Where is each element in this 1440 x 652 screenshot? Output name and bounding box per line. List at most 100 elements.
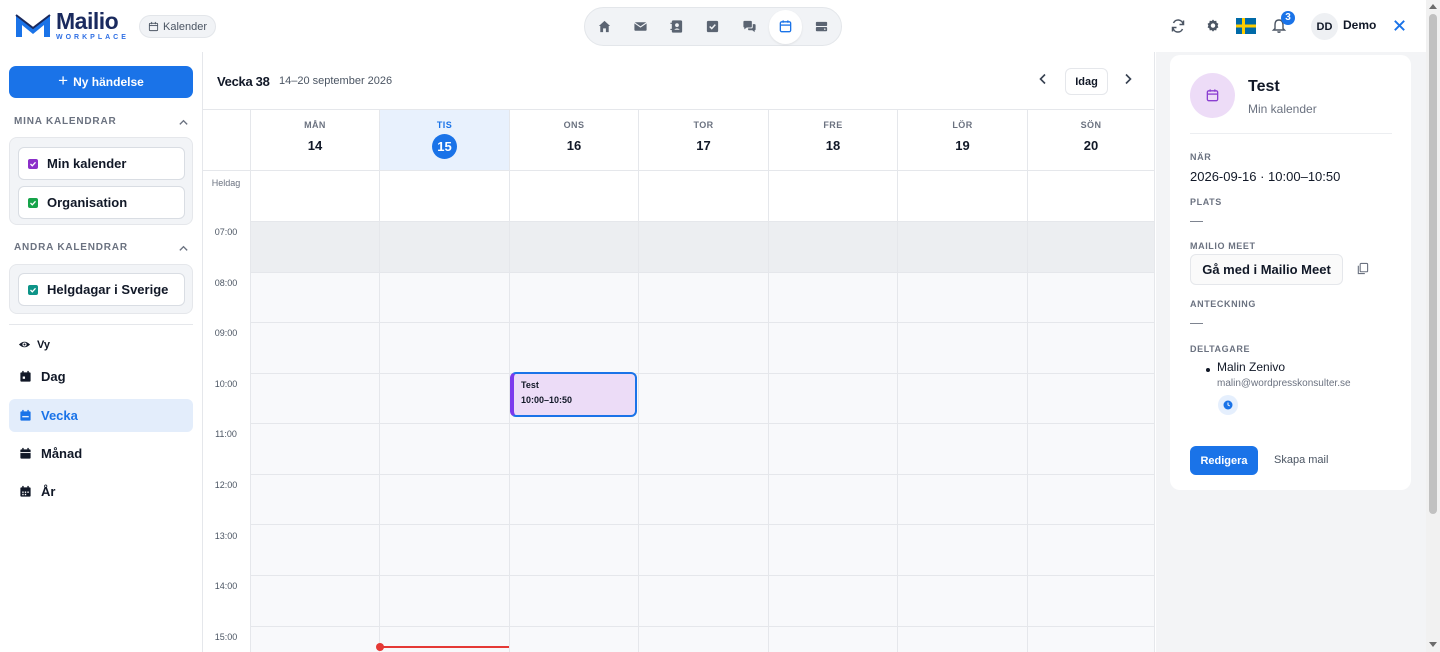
avatar[interactable]: DD bbox=[1311, 13, 1338, 40]
view-week[interactable]: Vecka bbox=[9, 399, 193, 432]
gear-icon bbox=[1207, 19, 1219, 32]
hour-row[interactable] bbox=[203, 524, 1154, 575]
hour-label: 15:00 bbox=[214, 632, 238, 642]
hour-row[interactable] bbox=[203, 474, 1154, 524]
hour-row[interactable] bbox=[203, 322, 1154, 373]
view-day-label: Dag bbox=[41, 369, 66, 384]
day-header[interactable]: FRE 18 bbox=[768, 110, 897, 170]
nav-calendar[interactable] bbox=[768, 9, 802, 44]
day-header[interactable]: SÖN 20 bbox=[1027, 110, 1154, 170]
copy-icon bbox=[1357, 262, 1369, 275]
day-header-today[interactable]: TIS 15 bbox=[379, 110, 509, 170]
calendar-month-icon bbox=[20, 447, 31, 459]
scroll-up-arrow[interactable] bbox=[1429, 4, 1437, 9]
calendar-item-label: Min kalender bbox=[47, 156, 127, 171]
event-time: 10:00–10:50 bbox=[521, 395, 573, 405]
day-number: 14 bbox=[307, 138, 323, 153]
hour-row[interactable] bbox=[203, 221, 1154, 272]
other-calendars-toggle[interactable] bbox=[178, 241, 189, 259]
nav-tasks[interactable] bbox=[696, 10, 729, 44]
top-bar: Mailio WORKPLACE Kalender 3 DD Demo bbox=[0, 0, 1426, 52]
scroll-thumb[interactable] bbox=[1429, 14, 1437, 514]
day-header[interactable]: TOR 17 bbox=[638, 110, 768, 170]
view-year[interactable]: År bbox=[9, 475, 193, 508]
day-name: LÖR bbox=[952, 120, 973, 130]
mailio-logo[interactable]: Mailio WORKPLACE bbox=[14, 10, 129, 41]
week-range: 14–20 september 2026 bbox=[279, 75, 393, 87]
view-heading-label: Vy bbox=[37, 338, 51, 351]
allday-row[interactable] bbox=[203, 170, 1154, 221]
next-week-button[interactable] bbox=[1121, 72, 1139, 90]
hour-row[interactable] bbox=[203, 272, 1154, 322]
user-name[interactable]: Demo bbox=[1343, 18, 1376, 32]
nav-home[interactable] bbox=[588, 10, 621, 44]
day-header[interactable]: ONS 16 bbox=[509, 110, 638, 170]
join-meet-button[interactable]: Gå med i Mailio Meet bbox=[1190, 254, 1343, 285]
day-number: 15 bbox=[432, 134, 457, 159]
day-header[interactable]: LÖR 19 bbox=[897, 110, 1027, 170]
view-month[interactable]: Månad bbox=[9, 437, 193, 470]
calendar-icon bbox=[148, 21, 159, 32]
hour-row[interactable] bbox=[203, 626, 1154, 652]
day-name: TIS bbox=[436, 120, 453, 130]
close-button[interactable] bbox=[1386, 12, 1412, 38]
column-divider bbox=[250, 110, 251, 652]
scroll-down-arrow[interactable] bbox=[1429, 642, 1437, 647]
create-mail-button[interactable]: Skapa mail bbox=[1274, 454, 1328, 466]
today-button[interactable]: Idag bbox=[1065, 68, 1108, 95]
nav-contacts[interactable] bbox=[660, 10, 693, 44]
view-day[interactable]: Dag bbox=[9, 360, 193, 393]
nav-chat[interactable] bbox=[733, 10, 766, 44]
settings-button[interactable] bbox=[1205, 18, 1221, 39]
language-button[interactable] bbox=[1236, 18, 1256, 39]
my-calendars-heading: MINA KALENDRAR bbox=[14, 116, 117, 127]
place-value: — bbox=[1190, 213, 1203, 228]
nav-storage[interactable] bbox=[805, 10, 838, 44]
event-title: Test bbox=[521, 380, 539, 390]
page-scrollbar[interactable] bbox=[1426, 0, 1440, 652]
view-month-label: Månad bbox=[41, 446, 83, 461]
nav-mail[interactable] bbox=[624, 10, 657, 44]
sidebar: + Ny händelse MINA KALENDRAR Min kalende… bbox=[0, 52, 202, 652]
copy-link-button[interactable] bbox=[1356, 262, 1369, 280]
previous-week-button[interactable] bbox=[1036, 72, 1054, 90]
my-calendars-toggle[interactable] bbox=[178, 115, 189, 133]
day-number: 17 bbox=[696, 138, 711, 153]
day-name: FRE bbox=[823, 120, 843, 130]
calendar-item-organisation[interactable]: Organisation bbox=[18, 186, 185, 219]
detail-divider bbox=[1190, 133, 1392, 134]
day-name: MÅN bbox=[304, 120, 326, 130]
calendar-item-helgdagar[interactable]: Helgdagar i Sverige bbox=[18, 273, 185, 306]
mail-icon bbox=[634, 22, 648, 31]
hour-row[interactable] bbox=[203, 575, 1154, 626]
column-divider bbox=[897, 110, 898, 652]
checkbox-icon[interactable] bbox=[28, 284, 38, 295]
calendar-item-label: Helgdagar i Sverige bbox=[47, 282, 169, 297]
refresh-button[interactable] bbox=[1170, 18, 1186, 39]
checkbox-icon[interactable] bbox=[28, 158, 38, 169]
view-heading: Vy bbox=[18, 338, 50, 351]
chat-icon bbox=[743, 20, 756, 33]
my-calendars-list: Min kalender Organisation bbox=[9, 137, 193, 225]
sidebar-divider bbox=[9, 324, 193, 325]
detail-calendar: Min kalender bbox=[1248, 102, 1317, 116]
calendar-week-icon bbox=[20, 409, 31, 421]
calendar-item-min-kalender[interactable]: Min kalender bbox=[18, 147, 185, 180]
current-time-dot bbox=[376, 643, 384, 651]
checkbox-icon[interactable] bbox=[28, 197, 38, 208]
detail-title: Test bbox=[1248, 78, 1280, 95]
hour-row[interactable] bbox=[203, 423, 1154, 474]
edit-button[interactable]: Redigera bbox=[1190, 446, 1258, 475]
hour-label: 11:00 bbox=[215, 429, 237, 439]
place-label: PLATS bbox=[1190, 197, 1222, 207]
calendar-item-label: Organisation bbox=[47, 195, 128, 210]
hour-row[interactable] bbox=[203, 373, 1154, 423]
column-divider bbox=[379, 110, 380, 652]
other-calendars-heading: ANDRA KALENDRAR bbox=[14, 242, 128, 253]
day-header[interactable]: MÅN 14 bbox=[250, 110, 379, 170]
logo-sub: WORKPLACE bbox=[56, 34, 129, 41]
logo-name: Mailio bbox=[56, 8, 119, 34]
calendar-event[interactable]: Test 10:00–10:50 bbox=[510, 372, 637, 417]
new-event-button[interactable]: + Ny händelse bbox=[9, 66, 193, 98]
when-value: 2026-09-16 · 10:00–10:50 bbox=[1190, 169, 1341, 184]
